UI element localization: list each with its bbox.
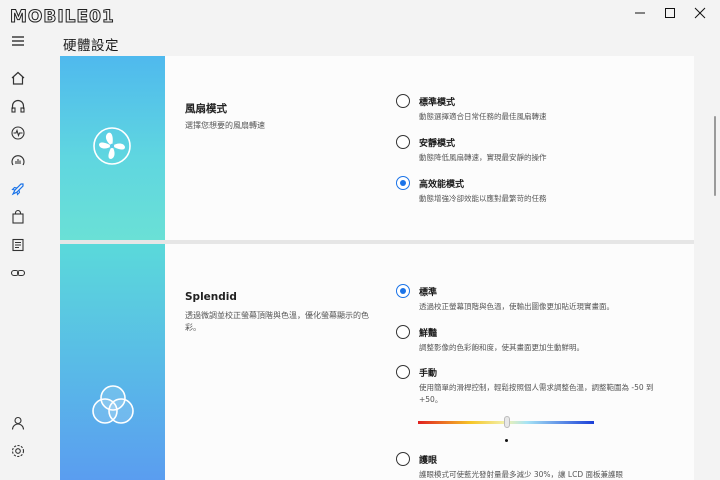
sidebar-item-monitor[interactable] bbox=[8, 123, 28, 143]
radio-silent[interactable] bbox=[396, 135, 410, 149]
splendid-desc: 透過微調並校正螢幕頂階與色溫，優化螢幕顯示的色彩。 bbox=[185, 311, 369, 332]
option-label: 安靜模式 bbox=[419, 139, 456, 149]
splendid-title: Splendid bbox=[185, 291, 237, 303]
fan-icon bbox=[93, 127, 131, 165]
rocket-icon bbox=[11, 183, 24, 196]
radio-manual[interactable] bbox=[396, 365, 410, 379]
fan-mode-desc: 選擇您想要的風扇轉速 bbox=[185, 121, 265, 130]
sidebar-item-account[interactable] bbox=[8, 413, 28, 433]
maximize-icon bbox=[665, 8, 675, 18]
activity-icon bbox=[11, 126, 25, 140]
page-title: 硬體設定 bbox=[63, 38, 119, 54]
settings-icon bbox=[11, 444, 25, 458]
radio-eyecare[interactable] bbox=[396, 452, 410, 466]
color-circles-icon bbox=[92, 385, 134, 424]
option-label: 標準 bbox=[419, 288, 438, 298]
link-icon bbox=[10, 269, 26, 277]
minimize-icon bbox=[635, 12, 645, 14]
option-desc: 護眼模式可使藍光發射量最多減少 30%，讓 LCD 面板兼護眼 bbox=[419, 470, 624, 479]
mobile01-logo: MOBILE01 bbox=[10, 7, 115, 28]
option-desc: 調整影像的色彩飽和度，使其畫面更加生動鮮明。 bbox=[419, 343, 584, 352]
settings-content: 風扇模式 選擇您想要的風扇轉速 標準模式 動態選擇適合日常任務的最佳風扇轉速 安… bbox=[60, 56, 694, 480]
option-desc: 透過校正螢幕頂階與色溫，使輸出圖像更加貼近現實畫面。 bbox=[419, 302, 614, 311]
maximize-button[interactable] bbox=[654, 0, 686, 26]
svg-text:MOBILE01: MOBILE01 bbox=[10, 7, 115, 27]
bag-icon bbox=[12, 209, 24, 224]
close-button[interactable] bbox=[684, 0, 716, 26]
sidebar-item-news[interactable] bbox=[8, 235, 28, 255]
fan-mode-title: 風扇模式 bbox=[185, 103, 227, 115]
sidebar-item-link[interactable] bbox=[8, 263, 28, 283]
radio-performance[interactable] bbox=[396, 176, 410, 190]
sidebar-item-hardware-settings[interactable] bbox=[8, 179, 28, 199]
slider-value-dot bbox=[505, 439, 508, 442]
scrollbar[interactable] bbox=[714, 116, 716, 196]
title-bar: MOBILE01 bbox=[0, 0, 720, 28]
option-desc: 動態增強冷卻效能以應對最繁苛的任務 bbox=[419, 194, 547, 203]
slider-thumb[interactable] bbox=[504, 416, 510, 428]
fan-mode-card: 風扇模式 選擇您想要的風扇轉速 標準模式 動態選擇適合日常任務的最佳風扇轉速 安… bbox=[60, 56, 694, 240]
option-label: 高效能模式 bbox=[419, 180, 465, 190]
monitor-stats-icon bbox=[11, 155, 25, 166]
sidebar-item-settings[interactable] bbox=[8, 441, 28, 461]
sidebar-item-store[interactable] bbox=[8, 207, 28, 227]
option-desc: 使用簡單的滑桿控制，輕鬆按照個人需求調整色溫，調整範圍為 -50 到 +50。 bbox=[419, 383, 654, 404]
user-icon bbox=[11, 416, 25, 430]
sidebar-item-home[interactable] bbox=[8, 68, 28, 88]
minimize-button[interactable] bbox=[624, 0, 656, 26]
radio-splendid-standard[interactable] bbox=[396, 284, 410, 298]
sidebar-item-stats[interactable] bbox=[8, 151, 28, 171]
option-label: 標準模式 bbox=[419, 98, 456, 108]
radio-vivid[interactable] bbox=[396, 325, 410, 339]
hamburger-menu-icon[interactable] bbox=[8, 32, 28, 50]
splendid-card: Splendid 透過微調並校正螢幕頂階與色溫，優化螢幕顯示的色彩。 標準 透過… bbox=[60, 244, 694, 480]
home-icon bbox=[11, 71, 25, 85]
option-label: 鮮豔 bbox=[419, 329, 438, 339]
option-label: 護眼 bbox=[419, 456, 438, 466]
option-desc: 動態選擇適合日常任務的最佳風扇轉速 bbox=[419, 112, 547, 121]
sidebar-item-audio[interactable] bbox=[8, 96, 28, 116]
headphones-icon bbox=[11, 99, 25, 113]
document-icon bbox=[12, 238, 24, 252]
option-desc: 動態降低風扇轉速，實現最安靜的操作 bbox=[419, 153, 547, 162]
radio-standard[interactable] bbox=[396, 94, 410, 108]
fan-banner bbox=[60, 56, 165, 240]
close-icon bbox=[694, 7, 706, 19]
option-label: 手動 bbox=[419, 369, 438, 379]
splendid-banner bbox=[60, 244, 165, 480]
